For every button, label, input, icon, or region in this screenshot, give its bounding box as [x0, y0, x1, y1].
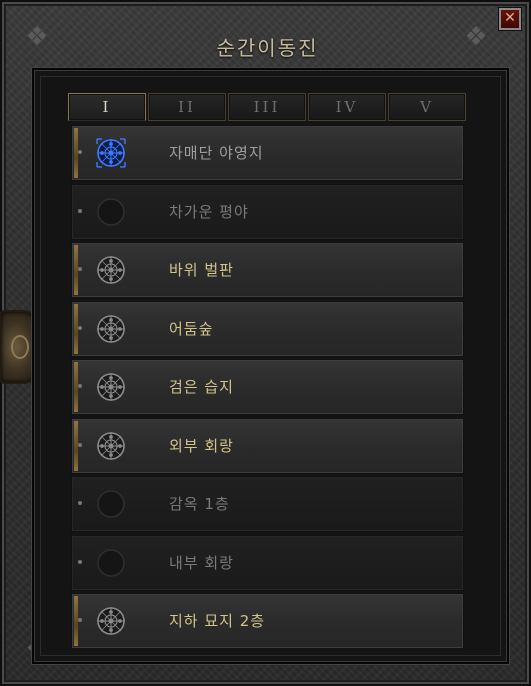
waypoint-row[interactable]: 지하 묘지 2층	[71, 593, 464, 649]
waypoint-name: 자매단 야영지	[169, 144, 264, 162]
row-pin	[78, 618, 82, 622]
waypoint-row[interactable]: 차가운 평야	[71, 183, 464, 240]
tab-act-2[interactable]: II	[148, 93, 226, 121]
waypoint-list: 자매단 야영지 차가운 평야 바위 벌판 어둠숲 검은 습지 외부 회랑 감옥 …	[71, 125, 464, 652]
waypoint-name: 바위 벌판	[169, 261, 234, 279]
waypoint-icon	[94, 253, 128, 287]
waypoint-row[interactable]: 외부 회랑	[71, 417, 464, 474]
waypoint-name: 감옥 1층	[169, 495, 230, 513]
row-pin	[78, 442, 82, 447]
row-pin	[78, 208, 82, 213]
waypoint-name: 외부 회랑	[169, 436, 234, 455]
waypoint-icon	[94, 429, 128, 463]
tab-act-3[interactable]: III	[228, 93, 306, 121]
row-pin	[78, 325, 82, 330]
close-icon: ✕	[504, 10, 516, 26]
waypoint-name: 차가운 평야	[169, 202, 249, 221]
tab-act-1[interactable]: I	[68, 93, 146, 121]
tab-act-5[interactable]: V	[388, 93, 466, 121]
close-button[interactable]: ✕	[499, 8, 521, 30]
tab-act-4[interactable]: IV	[308, 93, 386, 121]
waypoint-active-icon	[94, 136, 128, 170]
waypoint-row[interactable]: 바위 벌판	[71, 242, 464, 298]
row-pin	[78, 150, 82, 154]
waypoint-row[interactable]: 어둠숲	[71, 300, 464, 357]
waypoint-window: ❖ ❖ ❖ ❖ 순간이동진 ✕ I II III IV V 자매단 야영지 차가…	[0, 0, 531, 686]
waypoint-name: 어둠숲	[169, 319, 214, 338]
waypoint-row[interactable]: 감옥 1층	[71, 476, 464, 532]
waypoint-empty-icon	[94, 195, 128, 229]
row-pin	[78, 501, 82, 505]
waypoint-icon	[94, 370, 128, 404]
waypoint-empty-icon	[94, 487, 128, 521]
waypoint-name: 검은 습지	[169, 378, 234, 396]
window-title: 순간이동진	[216, 36, 319, 60]
waypoint-icon	[94, 604, 128, 638]
waypoint-empty-icon	[94, 546, 128, 580]
waypoint-icon	[94, 312, 128, 346]
row-pin	[78, 384, 82, 388]
waypoint-row[interactable]: 자매단 야영지	[71, 125, 464, 181]
waypoint-name: 내부 회랑	[169, 553, 234, 572]
waypoint-row[interactable]: 검은 습지	[71, 359, 464, 415]
act-tabs: I II III IV V	[68, 93, 466, 121]
row-pin	[78, 267, 82, 271]
row-pin	[78, 559, 82, 564]
waypoint-name: 지하 묘지 2층	[169, 612, 266, 630]
waypoint-row[interactable]: 내부 회랑	[71, 534, 464, 591]
